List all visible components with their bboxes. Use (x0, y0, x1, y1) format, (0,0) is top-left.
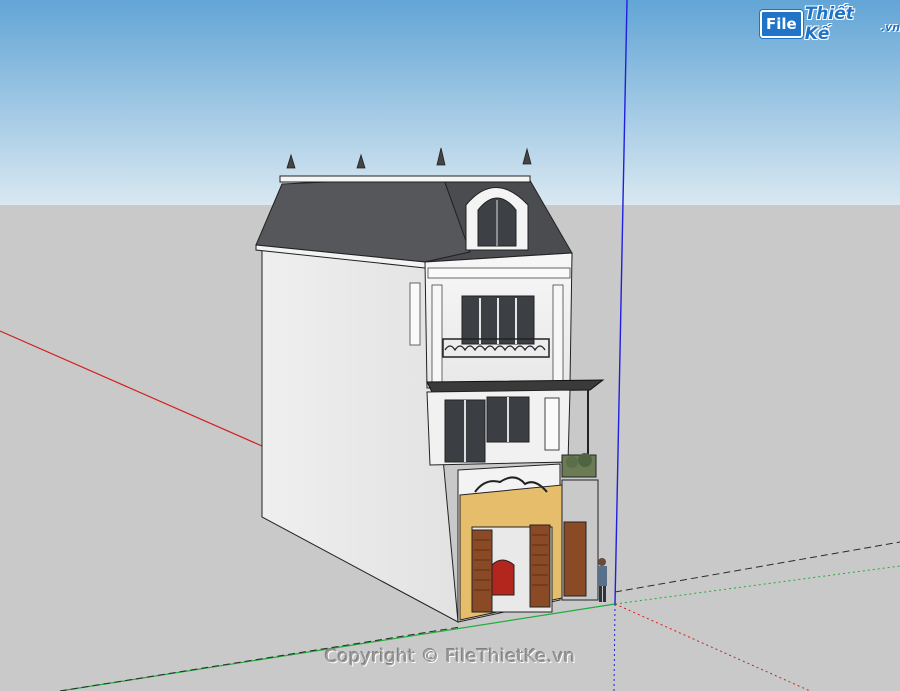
logo-file-box: File (760, 10, 803, 38)
side-pilaster (409, 282, 421, 346)
filethietke-logo: File Thiết Kế .vn (760, 4, 900, 44)
cornice-band (427, 267, 571, 279)
car (491, 559, 515, 596)
logo-text: Thiết Kế (804, 4, 854, 44)
pilaster-right (552, 284, 564, 386)
model-scene[interactable] (0, 0, 900, 691)
logo-domain: .vn (880, 20, 900, 34)
gate-door-left (471, 529, 493, 613)
pergola (426, 379, 605, 393)
dormer-window (465, 187, 529, 251)
pilaster-left (431, 284, 443, 386)
roof-cornice (279, 175, 531, 183)
sketchup-viewport[interactable]: File Thiết Kế .vn Copyright © FileThietK… (0, 0, 900, 691)
copyright-watermark: Copyright © FileThietKe.vn (324, 646, 576, 667)
gate-door-right (529, 524, 551, 608)
side-door (563, 521, 587, 597)
